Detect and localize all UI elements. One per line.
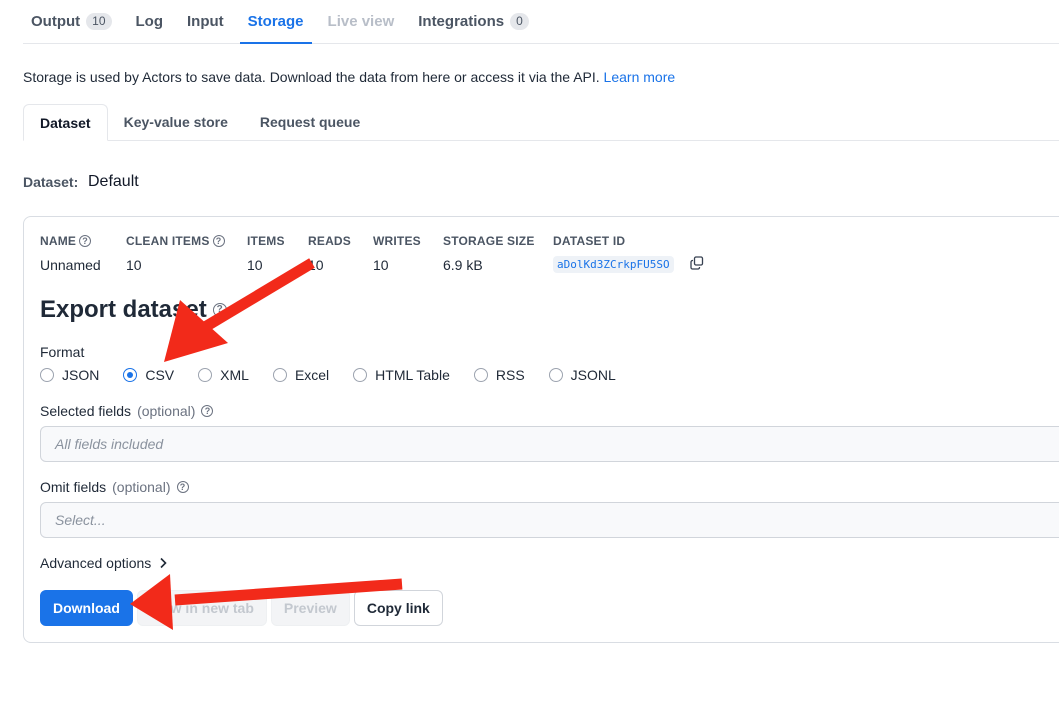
selected-fields-label: Selected fields (optional) ? bbox=[40, 403, 214, 419]
advanced-options-toggle[interactable]: Advanced options bbox=[40, 555, 167, 571]
tab-dataset[interactable]: Dataset bbox=[23, 104, 108, 141]
tab-input-label: Input bbox=[187, 13, 224, 30]
tab-log-label: Log bbox=[135, 13, 164, 30]
meta-value-name: Unnamed bbox=[40, 257, 101, 273]
radio-button-checked[interactable] bbox=[123, 368, 138, 382]
format-radio-group: JSON CSV XML Excel HTML Table RSS JSONL bbox=[40, 367, 640, 383]
format-option-label: CSV bbox=[145, 367, 175, 383]
storage-tabs: Dataset Key-value store Request queue bbox=[23, 104, 1059, 141]
selected-fields-placeholder: All fields included bbox=[55, 436, 164, 452]
format-option-excel[interactable]: Excel bbox=[272, 367, 330, 383]
format-option-label: XML bbox=[220, 367, 249, 383]
format-option-json[interactable]: JSON bbox=[40, 367, 99, 383]
radio-button[interactable] bbox=[353, 368, 368, 382]
format-option-label: HTML Table bbox=[375, 367, 450, 383]
tab-log[interactable]: Log bbox=[128, 0, 172, 43]
selected-fields-label-text: Selected fields bbox=[40, 403, 132, 419]
tab-live-view-label: Live view bbox=[327, 13, 395, 30]
omit-fields-label-text: Omit fields bbox=[40, 479, 107, 495]
help-icon[interactable]: ? bbox=[212, 235, 225, 247]
format-option-label: JSON bbox=[62, 367, 100, 383]
tab-output[interactable]: Output 10 bbox=[23, 0, 120, 43]
tab-request-queue[interactable]: Request queue bbox=[244, 104, 376, 140]
storage-info-description: Storage is used by Actors to save data. … bbox=[23, 69, 604, 85]
meta-value-storage-size: 6.9 kB bbox=[443, 257, 483, 273]
help-icon[interactable]: ? bbox=[176, 481, 189, 493]
radio-button[interactable] bbox=[473, 368, 488, 382]
tab-input[interactable]: Input bbox=[179, 0, 232, 43]
export-actions: Download View in new tab Preview Copy li… bbox=[40, 590, 443, 626]
meta-header-name: NAME ? bbox=[40, 234, 92, 248]
help-icon[interactable]: ? bbox=[201, 405, 214, 417]
tab-integrations-count: 0 bbox=[510, 13, 529, 30]
download-button[interactable]: Download bbox=[40, 590, 133, 626]
meta-header-clean-items: CLEAN ITEMS ? bbox=[126, 234, 225, 248]
format-option-rss[interactable]: RSS bbox=[473, 367, 525, 383]
meta-value-reads: 10 bbox=[308, 257, 324, 273]
radio-button[interactable] bbox=[272, 368, 287, 382]
advanced-options-label: Advanced options bbox=[40, 555, 152, 571]
run-tabs: Output 10 Log Input Storage Live view In… bbox=[23, 0, 1059, 44]
omit-fields-label: Omit fields (optional) ? bbox=[40, 479, 189, 495]
export-dataset-title: Export dataset ? bbox=[40, 296, 227, 324]
format-option-jsonl[interactable]: JSONL bbox=[548, 367, 616, 383]
tab-key-value-store[interactable]: Key-value store bbox=[108, 104, 244, 140]
chevron-right-icon bbox=[160, 557, 167, 569]
radio-button[interactable] bbox=[548, 368, 563, 382]
copy-icon[interactable] bbox=[690, 256, 704, 270]
meta-header-dataset-id: DATASET ID bbox=[553, 234, 626, 248]
optional-tag: (optional) bbox=[112, 479, 171, 495]
tab-storage[interactable]: Storage bbox=[239, 0, 312, 44]
meta-header-reads: READS bbox=[308, 234, 352, 248]
dataset-name: Default bbox=[88, 173, 139, 190]
help-icon[interactable]: ? bbox=[79, 235, 92, 247]
storage-info-text: Storage is used by Actors to save data. … bbox=[23, 69, 675, 85]
storage-page: Output 10 Log Input Storage Live view In… bbox=[0, 0, 1059, 701]
format-option-csv[interactable]: CSV bbox=[123, 367, 174, 383]
tab-integrations[interactable]: Integrations 0 bbox=[410, 0, 537, 43]
dataset-id-chip[interactable]: aDolKd3ZCrkpFU5SO bbox=[553, 256, 674, 273]
meta-header-clean-items-label: CLEAN ITEMS bbox=[126, 234, 210, 248]
meta-value-writes: 10 bbox=[373, 257, 389, 273]
format-option-label: Excel bbox=[294, 367, 330, 383]
optional-tag: (optional) bbox=[137, 403, 196, 419]
format-label: Format bbox=[40, 344, 85, 360]
tab-output-count: 10 bbox=[86, 13, 112, 30]
radio-button[interactable] bbox=[198, 368, 213, 382]
view-in-new-tab-button[interactable]: View in new tab bbox=[136, 590, 267, 626]
tab-integrations-label: Integrations bbox=[418, 13, 505, 30]
tab-output-label: Output bbox=[31, 13, 81, 30]
copy-link-button[interactable]: Copy link bbox=[353, 590, 443, 626]
selected-fields-input[interactable]: All fields included bbox=[40, 426, 1059, 462]
meta-header-items: ITEMS bbox=[247, 234, 285, 248]
learn-more-link[interactable]: Learn more bbox=[604, 69, 676, 85]
meta-header-name-label: NAME bbox=[40, 234, 77, 248]
meta-value-items: 10 bbox=[247, 257, 263, 273]
help-icon[interactable]: ? bbox=[212, 303, 227, 317]
tab-storage-label: Storage bbox=[247, 13, 304, 30]
format-option-html-table[interactable]: HTML Table bbox=[353, 367, 450, 383]
omit-fields-placeholder: Select... bbox=[55, 512, 106, 528]
radio-button[interactable] bbox=[40, 368, 54, 382]
omit-fields-select[interactable]: Select... bbox=[40, 502, 1059, 538]
preview-button[interactable]: Preview bbox=[270, 590, 350, 626]
meta-header-writes: WRITES bbox=[373, 234, 421, 248]
dataset-label: Dataset: bbox=[23, 174, 79, 190]
meta-value-clean-items: 10 bbox=[126, 257, 142, 273]
tab-live-view[interactable]: Live view bbox=[320, 0, 403, 43]
format-option-label: JSONL bbox=[570, 367, 616, 383]
format-option-xml[interactable]: XML bbox=[198, 367, 249, 383]
format-option-label: RSS bbox=[495, 367, 525, 383]
meta-header-storage-size: STORAGE SIZE bbox=[443, 234, 535, 248]
export-dataset-heading: Export dataset bbox=[40, 296, 207, 323]
